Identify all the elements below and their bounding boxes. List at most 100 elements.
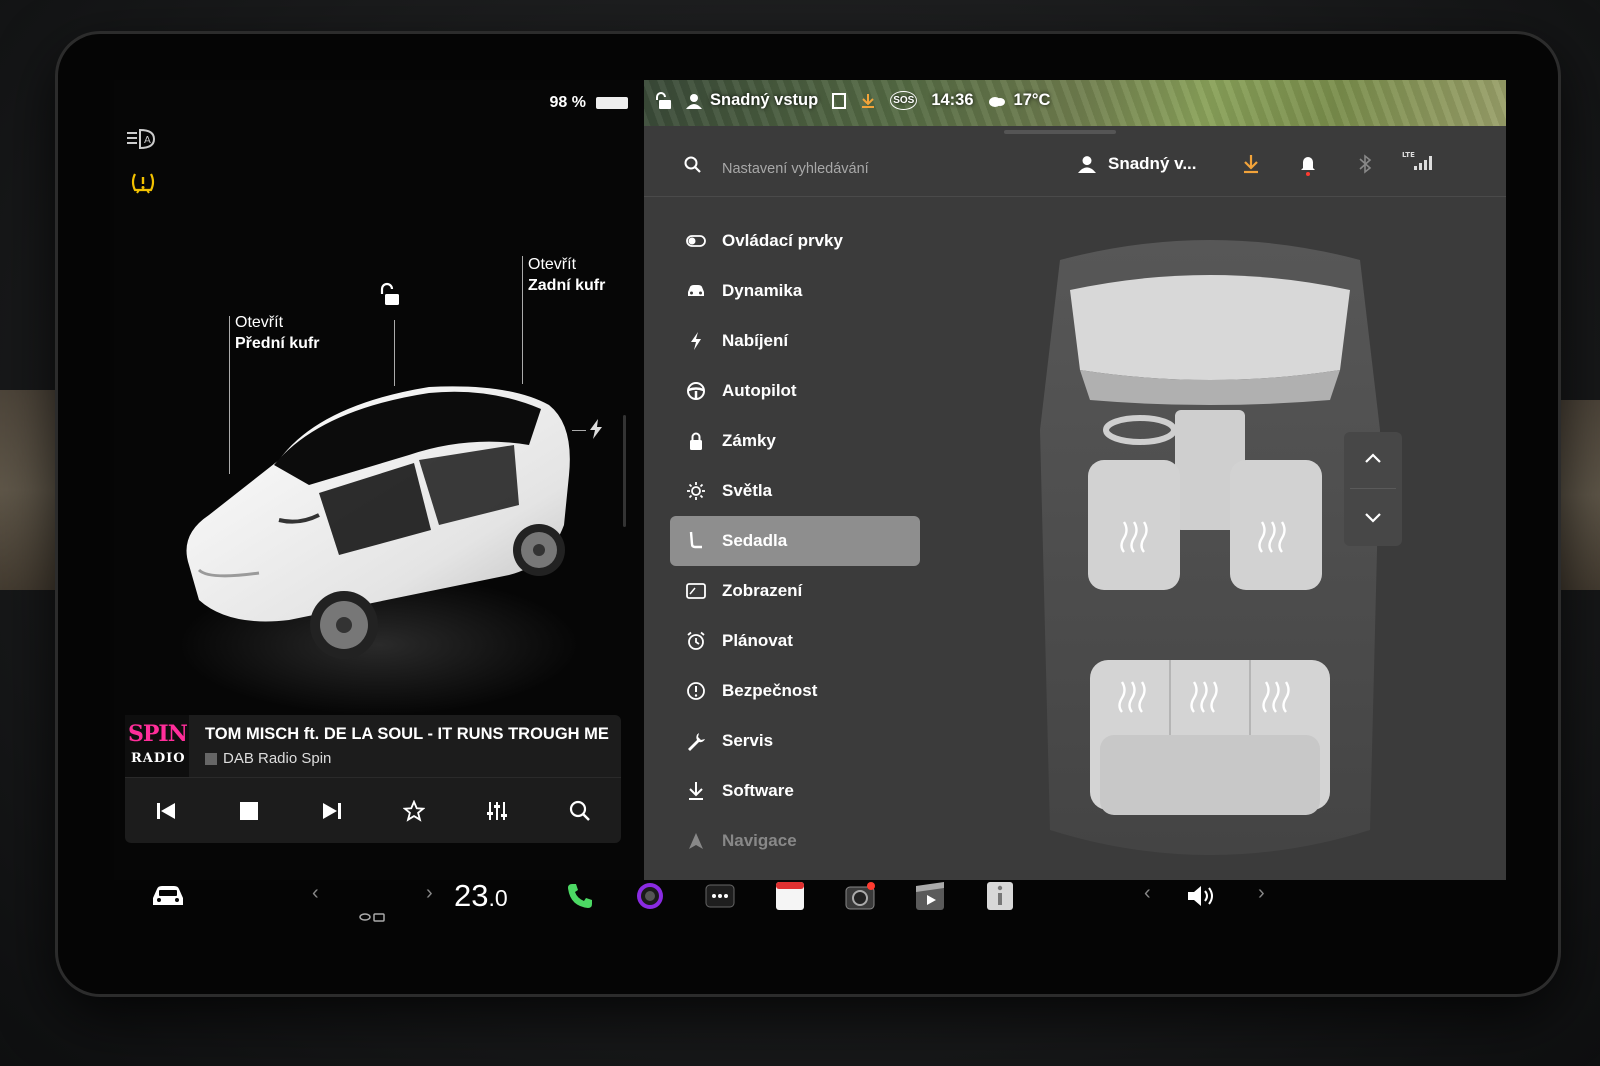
menu-item-navigation[interactable]: Navigace	[670, 816, 920, 866]
menu-item-safety[interactable]: Bezpečnost	[670, 666, 920, 716]
seat-icon	[689, 531, 702, 549]
station-info: DAB Radio Spin	[205, 750, 331, 767]
frunk-label: Přední kufr	[235, 335, 320, 352]
menu-item-schedule[interactable]: Plánovat	[670, 616, 920, 666]
media-player: SPIN RADIO TOM MISCH ft. DE LA SOUL - IT…	[125, 715, 621, 843]
camera-app-button[interactable]	[630, 876, 670, 916]
driver-profile-button[interactable]: Snadný v...	[1078, 154, 1197, 174]
chevron-up-icon[interactable]	[1364, 452, 1382, 464]
lte-signal-icon[interactable]: LTE	[1402, 150, 1434, 172]
menu-item-charging[interactable]: Nabíjení	[670, 316, 920, 366]
bolt-icon	[691, 332, 701, 350]
media-search-button[interactable]	[562, 793, 598, 829]
notification-bell-icon[interactable]	[1300, 154, 1316, 176]
media-controls	[125, 785, 621, 837]
software-update-icon[interactable]	[1242, 154, 1260, 174]
play-clapper-icon	[916, 882, 944, 910]
driver-seat[interactable]	[1088, 460, 1180, 590]
menu-item-autopilot[interactable]: Autopilot	[670, 366, 920, 416]
cloud-icon	[988, 96, 1005, 107]
more-apps-button[interactable]	[700, 876, 740, 916]
person-icon	[1078, 156, 1096, 173]
volume-decrease-button[interactable]: ‹	[1144, 882, 1151, 905]
menu-item-locks[interactable]: Zámky	[670, 416, 920, 466]
manual-button[interactable]	[980, 876, 1020, 916]
temp-decrease-button[interactable]: ‹	[312, 882, 319, 905]
tire-pressure-warning-icon[interactable]	[130, 170, 156, 196]
lens-camera-icon	[637, 883, 663, 909]
charge-port-bolt-icon[interactable]	[588, 418, 604, 440]
car-button[interactable]	[148, 876, 188, 916]
info-manual-icon	[987, 882, 1013, 910]
trunk-callout[interactable]: Otevřít Zadní kufr	[528, 254, 605, 296]
status-bar: Snadný vstup SOS 14:36 17°C	[656, 91, 1050, 110]
logo-spin: SPIN	[128, 721, 188, 747]
auto-headlights-icon[interactable]: A	[126, 128, 156, 150]
next-button[interactable]	[314, 793, 350, 829]
now-playing[interactable]: SPIN RADIO TOM MISCH ft. DE LA SOUL - IT…	[125, 715, 621, 778]
car-icon	[688, 285, 704, 296]
drag-handle[interactable]	[1004, 130, 1116, 134]
menu-item-lights[interactable]: Světla	[670, 466, 920, 516]
seat-climate-icon[interactable]	[358, 912, 388, 924]
driver-profile-status[interactable]: Snadný vstup	[686, 91, 818, 110]
speaker-icon	[1188, 886, 1213, 906]
update-download-icon[interactable]	[860, 93, 876, 109]
menu-label: Nabíjení	[722, 331, 789, 350]
panel-scroll-indicator	[623, 415, 626, 527]
dashcam-icon[interactable]	[832, 92, 847, 109]
previous-button[interactable]	[148, 793, 184, 829]
menu-label: Sedadla	[722, 531, 788, 550]
unlock-status-icon[interactable]	[656, 91, 672, 110]
favorite-button[interactable]	[396, 793, 432, 829]
alarm-clock-icon	[687, 631, 705, 650]
volume-increase-button[interactable]: ›	[1258, 882, 1265, 905]
seat-scroll-control	[1344, 432, 1402, 546]
dashcam-viewer-button[interactable]	[840, 876, 880, 916]
calendar-button[interactable]	[770, 876, 810, 916]
profile-short-name: Snadný v...	[1108, 154, 1197, 173]
menu-item-service[interactable]: Servis	[670, 716, 920, 766]
outside-temperature: 17°C	[988, 91, 1050, 110]
menu-label: Plánovat	[722, 631, 793, 650]
dab-icon	[205, 752, 217, 765]
temp-int: 23	[454, 878, 489, 913]
navigation-icon	[689, 833, 703, 849]
touchscreen: 98 % A Otevřít Přední kufr Otevřít Zadní…	[114, 80, 1506, 880]
svg-text:LTE: LTE	[1402, 151, 1415, 159]
phone-button[interactable]	[560, 876, 600, 916]
volume-button[interactable]	[1184, 876, 1224, 916]
track-title: TOM MISCH ft. DE LA SOUL - IT RUNS TROUG…	[205, 725, 609, 743]
menu-label: Dynamika	[722, 281, 803, 300]
chevron-down-icon[interactable]	[1364, 512, 1382, 524]
settings-search-input[interactable]	[720, 154, 1024, 184]
more-dots-icon	[705, 884, 735, 908]
temp-dec: .0	[488, 885, 508, 911]
frunk-callout[interactable]: Otevřít Přední kufr	[235, 312, 319, 354]
menu-item-dynamics[interactable]: Dynamika	[670, 266, 920, 316]
unlock-icon[interactable]	[380, 282, 404, 308]
person-icon	[686, 93, 702, 109]
camera-icon	[845, 882, 875, 910]
sos-icon[interactable]: SOS	[890, 91, 918, 110]
status-profile-name: Snadný vstup	[710, 91, 819, 109]
menu-item-display[interactable]: Zobrazení	[670, 566, 920, 616]
bluetooth-icon[interactable]	[1358, 154, 1372, 174]
menu-label: Navigace	[722, 831, 797, 850]
trunk-label: Zadní kufr	[528, 277, 606, 294]
menu-item-software[interactable]: Software	[670, 766, 920, 816]
menu-item-seats[interactable]: Sedadla	[670, 516, 920, 566]
stop-button[interactable]	[231, 793, 267, 829]
battery-indicator: 98 %	[550, 94, 628, 112]
vehicle-3d-model[interactable]	[169, 365, 589, 725]
passenger-seat[interactable]	[1230, 460, 1322, 590]
cabin-temperature[interactable]: 23.0	[454, 878, 508, 914]
equalizer-button[interactable]	[479, 793, 515, 829]
battery-percent: 98 %	[549, 94, 586, 111]
temp-increase-button[interactable]: ›	[426, 882, 433, 905]
menu-item-controls[interactable]: Ovládací prvky	[670, 216, 920, 266]
battery-icon	[596, 97, 628, 109]
trunk-action: Otevřít	[528, 256, 577, 273]
stop-icon	[239, 802, 258, 820]
theater-button[interactable]	[910, 876, 950, 916]
